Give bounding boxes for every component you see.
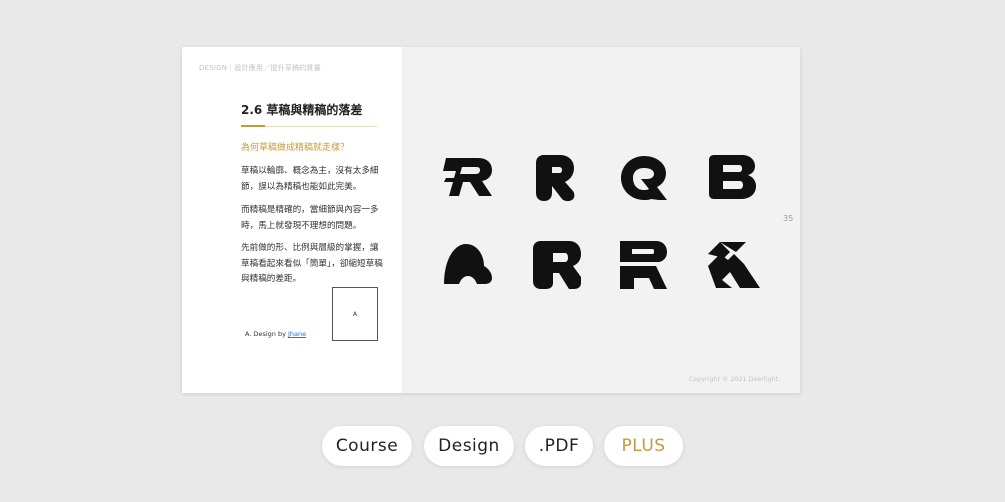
author-link[interactable]: Jhane	[288, 330, 306, 338]
breadcrumb: DESIGN｜設計應用／提升草稿的質量	[199, 64, 321, 72]
r-logo-block-icon	[531, 239, 583, 291]
page-number: 35	[783, 214, 794, 223]
pill-course[interactable]: Course	[322, 426, 412, 466]
r-logo-circle-icon	[619, 154, 669, 202]
image-caption: A. Design by Jhane	[245, 330, 306, 338]
b-logo-block-icon	[708, 153, 758, 201]
pill-design[interactable]: Design	[424, 426, 514, 466]
copyright-text: Copyright © 2021 Deerlight.	[689, 376, 781, 383]
paragraph-3: 先前做的形、比例與層級的掌握，讓草稿看起來看似「簡單」，卻縮短草稿與精稿的差距。	[241, 243, 383, 284]
pill-plus[interactable]: PLUS	[604, 426, 683, 466]
section-question: 為何草稿做成精稿就走樣？	[241, 143, 350, 153]
slide-image-panel: 35 Copyright © 2021 Deerlight.	[402, 47, 800, 393]
caption-prefix: A. Design by	[245, 330, 289, 338]
paragraph-1: 草稿以輪廓、概念為主，沒有太多細節，誤以為精稿也能如此完美。	[241, 166, 379, 192]
thumbnail-a: A	[332, 287, 378, 341]
r-logo-rounded-icon	[534, 153, 578, 203]
a-logo-blob-icon	[442, 240, 494, 286]
r-logo-stencil-icon	[618, 239, 670, 291]
title-divider-accent	[241, 125, 265, 127]
section-title: 2.6 草稿與精稿的落差	[241, 103, 363, 117]
tag-pill-row: Course Design .PDF PLUS	[0, 426, 1005, 466]
r-logo-speed-icon	[442, 154, 494, 200]
slide-text-panel: DESIGN｜設計應用／提升草稿的質量 2.6 草稿與精稿的落差 為何草稿做成精…	[182, 47, 402, 393]
paragraph-2: 而精稿是精確的，當細節與內容一多時，馬上就發現不理想的問題。	[241, 205, 379, 231]
k-logo-geometric-icon	[706, 240, 762, 290]
thumbnail-label: A	[352, 310, 358, 318]
slide-page: DESIGN｜設計應用／提升草稿的質量 2.6 草稿與精稿的落差 為何草稿做成精…	[182, 47, 800, 393]
pill-pdf[interactable]: .PDF	[525, 426, 593, 466]
